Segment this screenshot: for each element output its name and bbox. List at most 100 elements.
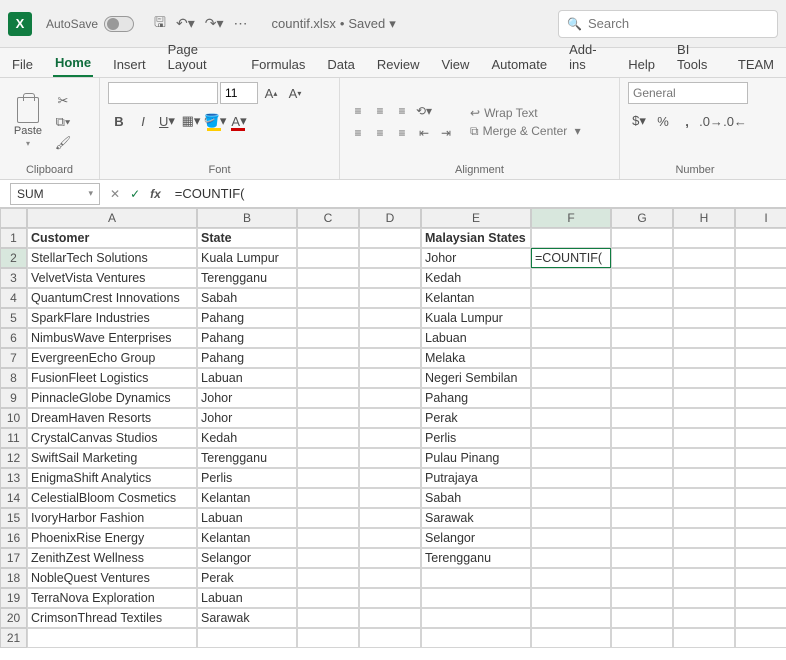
- cell-E19[interactable]: [421, 588, 531, 608]
- cell-G16[interactable]: [611, 528, 673, 548]
- cell-A13[interactable]: EnigmaShift Analytics: [27, 468, 197, 488]
- cell-B3[interactable]: Terengganu: [197, 268, 297, 288]
- row-header[interactable]: 5: [0, 308, 27, 328]
- cell-E6[interactable]: Labuan: [421, 328, 531, 348]
- cell-A9[interactable]: PinnacleGlobe Dynamics: [27, 388, 197, 408]
- cell-I17[interactable]: [735, 548, 786, 568]
- cell-E3[interactable]: Kedah: [421, 268, 531, 288]
- cell-D9[interactable]: [359, 388, 421, 408]
- percent-format-icon[interactable]: %: [652, 110, 674, 132]
- cell-E18[interactable]: [421, 568, 531, 588]
- cell-G6[interactable]: [611, 328, 673, 348]
- cell-G19[interactable]: [611, 588, 673, 608]
- cell-C11[interactable]: [297, 428, 359, 448]
- underline-button[interactable]: U▾: [156, 110, 178, 132]
- tab-formulas[interactable]: Formulas: [249, 52, 307, 77]
- cell-I2[interactable]: [735, 248, 786, 268]
- cell-C8[interactable]: [297, 368, 359, 388]
- cell-A5[interactable]: SparkFlare Industries: [27, 308, 197, 328]
- row-header[interactable]: 7: [0, 348, 27, 368]
- cell-B9[interactable]: Johor: [197, 388, 297, 408]
- cell-D6[interactable]: [359, 328, 421, 348]
- cell-C10[interactable]: [297, 408, 359, 428]
- cell-F15[interactable]: [531, 508, 611, 528]
- cell-C20[interactable]: [297, 608, 359, 628]
- tab-team[interactable]: TEAM: [736, 52, 776, 77]
- cell-H1[interactable]: [673, 228, 735, 248]
- cell-I8[interactable]: [735, 368, 786, 388]
- row-header[interactable]: 10: [0, 408, 27, 428]
- row-header[interactable]: 4: [0, 288, 27, 308]
- cell-D17[interactable]: [359, 548, 421, 568]
- chevron-down-icon[interactable]: ▾: [88, 188, 93, 199]
- cell-G17[interactable]: [611, 548, 673, 568]
- enter-formula-icon[interactable]: ✓: [130, 187, 140, 201]
- column-header-E[interactable]: E: [421, 208, 531, 228]
- row-header[interactable]: 18: [0, 568, 27, 588]
- tab-insert[interactable]: Insert: [111, 52, 148, 77]
- cell-H17[interactable]: [673, 548, 735, 568]
- tab-file[interactable]: File: [10, 52, 35, 77]
- cell-C16[interactable]: [297, 528, 359, 548]
- tab-page-layout[interactable]: Page Layout: [166, 37, 232, 77]
- font-color-button[interactable]: A▾: [228, 110, 250, 132]
- cell-F6[interactable]: [531, 328, 611, 348]
- cell-B5[interactable]: Pahang: [197, 308, 297, 328]
- cancel-formula-icon[interactable]: ✕: [110, 187, 120, 201]
- document-title[interactable]: countif.xlsx • Saved ▾: [272, 16, 396, 32]
- cell-I10[interactable]: [735, 408, 786, 428]
- tab-home[interactable]: Home: [53, 50, 93, 77]
- cell-E21[interactable]: [421, 628, 531, 648]
- cell-F12[interactable]: [531, 448, 611, 468]
- cell-E13[interactable]: Putrajaya: [421, 468, 531, 488]
- cell-F5[interactable]: [531, 308, 611, 328]
- cell-A16[interactable]: PhoenixRise Energy: [27, 528, 197, 548]
- cell-H21[interactable]: [673, 628, 735, 648]
- tab-help[interactable]: Help: [626, 52, 657, 77]
- column-header-C[interactable]: C: [297, 208, 359, 228]
- cell-H7[interactable]: [673, 348, 735, 368]
- cell-G8[interactable]: [611, 368, 673, 388]
- cell-F19[interactable]: [531, 588, 611, 608]
- cell-H16[interactable]: [673, 528, 735, 548]
- cell-H19[interactable]: [673, 588, 735, 608]
- cell-E11[interactable]: Perlis: [421, 428, 531, 448]
- cell-B18[interactable]: Perak: [197, 568, 297, 588]
- cell-H13[interactable]: [673, 468, 735, 488]
- cell-F9[interactable]: [531, 388, 611, 408]
- cell-D4[interactable]: [359, 288, 421, 308]
- cell-I5[interactable]: [735, 308, 786, 328]
- cell-G9[interactable]: [611, 388, 673, 408]
- cell-C7[interactable]: [297, 348, 359, 368]
- cell-F4[interactable]: [531, 288, 611, 308]
- bold-button[interactable]: B: [108, 110, 130, 132]
- cell-G13[interactable]: [611, 468, 673, 488]
- cell-C2[interactable]: [297, 248, 359, 268]
- cell-D1[interactable]: [359, 228, 421, 248]
- cell-C15[interactable]: [297, 508, 359, 528]
- decrease-indent-icon[interactable]: ⇤: [414, 124, 434, 142]
- cell-B7[interactable]: Pahang: [197, 348, 297, 368]
- cell-F11[interactable]: [531, 428, 611, 448]
- cell-B4[interactable]: Sabah: [197, 288, 297, 308]
- cell-D21[interactable]: [359, 628, 421, 648]
- cell-I9[interactable]: [735, 388, 786, 408]
- cell-F21[interactable]: [531, 628, 611, 648]
- column-header-I[interactable]: I: [735, 208, 786, 228]
- cell-D3[interactable]: [359, 268, 421, 288]
- align-top-icon[interactable]: ≡: [348, 102, 368, 120]
- cell-B11[interactable]: Kedah: [197, 428, 297, 448]
- tab-add-ins[interactable]: Add-ins: [567, 37, 608, 77]
- cell-C4[interactable]: [297, 288, 359, 308]
- cell-C17[interactable]: [297, 548, 359, 568]
- cell-E4[interactable]: Kelantan: [421, 288, 531, 308]
- cell-F16[interactable]: [531, 528, 611, 548]
- cell-D12[interactable]: [359, 448, 421, 468]
- wrap-text-button[interactable]: ↩Wrap Text: [470, 106, 581, 120]
- row-header[interactable]: 3: [0, 268, 27, 288]
- cell-I13[interactable]: [735, 468, 786, 488]
- format-painter-icon[interactable]: 🖌: [54, 135, 72, 151]
- number-format-select[interactable]: [628, 82, 748, 104]
- toggle-off-icon[interactable]: [104, 16, 134, 32]
- tab-view[interactable]: View: [439, 52, 471, 77]
